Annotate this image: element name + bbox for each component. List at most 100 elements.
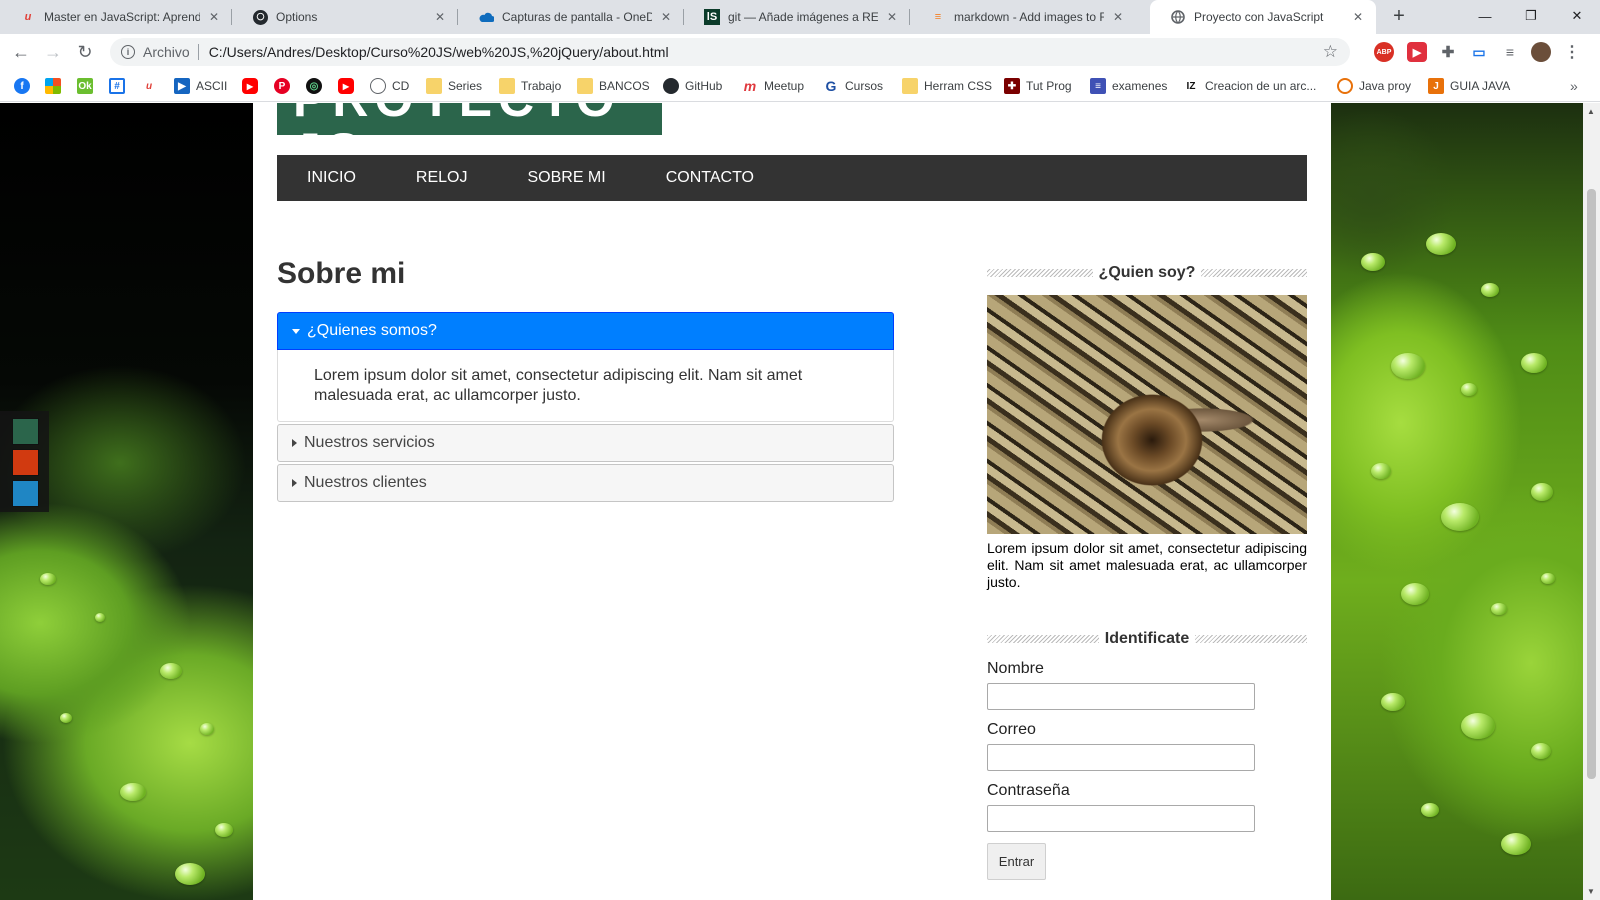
info-icon[interactable]: i [121, 45, 135, 59]
bookmark-item[interactable]: G Cursos [823, 77, 883, 95]
tab-markdown[interactable]: ≡ markdown - Add images to RE ✕ [910, 0, 1136, 34]
minimize-button[interactable]: — [1462, 0, 1508, 32]
bookmark-item[interactable]: P [274, 77, 296, 95]
tutprog-icon: ✚ [1004, 78, 1020, 94]
bookmark-item[interactable]: u [141, 77, 163, 95]
accordion-header-quienes-somos[interactable]: ¿Quienes somos? [277, 312, 894, 350]
site-logo[interactable]: PROYECTO JS [277, 103, 662, 135]
close-icon[interactable]: ✕ [206, 9, 222, 25]
scroll-up-icon[interactable]: ▲ [1587, 107, 1595, 116]
bookmark-folder[interactable]: BANCOS [577, 77, 650, 95]
bookmark-item[interactable]: ▶ ASCII [174, 77, 227, 95]
theme-blue-swatch[interactable] [12, 480, 39, 507]
bookmark-item[interactable]: f [14, 77, 36, 95]
more-bookmarks-icon[interactable]: » [1570, 77, 1578, 95]
password-field[interactable] [987, 805, 1255, 832]
menu-item-inicio[interactable]: INICIO [277, 155, 386, 201]
close-icon[interactable]: ✕ [1350, 9, 1366, 25]
scroll-thumb[interactable] [1587, 189, 1596, 779]
back-button[interactable]: ← [10, 41, 32, 63]
bookmark-label: Cursos [845, 79, 884, 93]
extensions-puzzle-icon[interactable]: ✚ [1438, 42, 1458, 62]
bookmark-folder[interactable]: Trabajo [499, 77, 561, 95]
reading-list-icon[interactable]: ≡ [1500, 42, 1520, 62]
bookmark-item[interactable]: J GUIA JAVA [1428, 77, 1510, 95]
forms-icon: ≡ [1090, 78, 1106, 94]
bookmark-label: Creacion de un arc... [1205, 79, 1317, 93]
extension-red-icon[interactable]: ▶ [1407, 42, 1427, 62]
submit-button[interactable]: Entrar [987, 843, 1046, 880]
tab-udemy[interactable]: u Master en JavaScript: Aprender ✕ [0, 0, 232, 34]
forward-button[interactable]: → [42, 41, 64, 63]
restore-button[interactable]: ❐ [1508, 0, 1554, 32]
bookmark-item[interactable]: m Meetup [742, 77, 804, 95]
accordion: ¿Quienes somos? Lorem ipsum dolor sit am… [277, 312, 894, 502]
bookmark-star-icon[interactable]: ☆ [1323, 42, 1338, 62]
close-icon[interactable]: ✕ [658, 9, 674, 25]
menu-item-sobre-mi[interactable]: SOBRE MI [497, 155, 635, 201]
bookmark-item[interactable]: ◎ [306, 77, 328, 95]
office-icon: Ok [77, 78, 93, 94]
accordion-header-label: Nuestros servicios [304, 434, 435, 451]
reload-button[interactable]: ↻ [74, 41, 96, 63]
email-field[interactable] [987, 744, 1255, 771]
address-url[interactable]: C:/Users/Andres/Desktop/Curso%20JS/web%2… [209, 44, 669, 60]
tab-strip: u Master en JavaScript: Aprender ✕ Optio… [0, 0, 1600, 34]
bookmark-item[interactable]: Ok [77, 77, 99, 95]
caret-down-icon [292, 328, 300, 334]
bookmark-item[interactable]: ▶ [242, 77, 264, 95]
bookmark-label: ASCII [196, 79, 228, 93]
adblock-icon[interactable]: ABP [1374, 42, 1394, 62]
bookmark-label: Herram CSS [924, 79, 993, 93]
udemy-icon: u [24, 11, 32, 23]
bookmark-item[interactable]: IZ Creacion de un arc... [1183, 77, 1317, 95]
bookmark-item[interactable]: CD [370, 77, 409, 95]
tab-options[interactable]: Options ✕ [232, 0, 458, 34]
avatar[interactable] [1531, 42, 1551, 62]
cast-icon[interactable]: ▭ [1469, 42, 1489, 62]
name-field[interactable] [987, 683, 1255, 710]
address-bar[interactable]: i Archivo C:/Users/Andres/Desktop/Curso%… [110, 38, 1350, 66]
bookmark-item[interactable] [45, 77, 67, 95]
folder-icon [577, 78, 593, 94]
bookmark-folder[interactable]: Series [426, 77, 482, 95]
udemy-icon: u [145, 80, 153, 92]
close-icon[interactable]: ✕ [1110, 9, 1126, 25]
tab-git[interactable]: lS git — Añade imágenes a README ✕ [684, 0, 910, 34]
page-scrollbar[interactable]: ▲ ▼ [1583, 103, 1600, 900]
tab-title: Capturas de pantalla - OneDrive [502, 10, 652, 24]
page-title: Sobre mi [277, 257, 406, 290]
new-tab-button[interactable]: + [1388, 6, 1410, 28]
browser-toolbar: ← → ↻ i Archivo C:/Users/Andres/Desktop/… [0, 34, 1600, 70]
youtube-icon: ▶ [242, 78, 258, 94]
close-window-button[interactable]: ✕ [1554, 0, 1600, 32]
name-label: Nombre [987, 660, 1044, 677]
bookmark-item[interactable]: ✚ Tut Prog [1004, 77, 1072, 95]
tab-onedrive[interactable]: Capturas de pantalla - OneDrive ✕ [458, 0, 684, 34]
grid-icon: # [109, 78, 125, 94]
bookmark-label: examenes [1112, 79, 1168, 93]
bookmark-item[interactable]: ≡ examenes [1090, 77, 1167, 95]
theme-red-swatch[interactable] [12, 449, 39, 476]
accordion-header-servicios[interactable]: Nuestros servicios [277, 424, 894, 462]
bookmark-folder[interactable]: Herram CSS [902, 77, 992, 95]
theme-green-swatch[interactable] [12, 418, 39, 445]
tab-title: markdown - Add images to RE [954, 10, 1104, 24]
login-heading: Identificate [987, 627, 1307, 651]
bookmark-item[interactable]: ▶ [338, 77, 360, 95]
stackoverflow-icon: ≡ [934, 11, 942, 23]
password-label: Contraseña [987, 782, 1070, 799]
browser-menu-icon[interactable]: ⋮ [1562, 42, 1582, 62]
close-icon[interactable]: ✕ [432, 9, 448, 25]
tab-proyecto[interactable]: Proyecto con JavaScript ✕ [1150, 0, 1376, 34]
accordion-header-clientes[interactable]: Nuestros clientes [277, 464, 894, 502]
menu-item-contacto[interactable]: CONTACTO [636, 155, 784, 201]
sidebar-heading-text: ¿Quien soy? [1098, 264, 1196, 281]
close-icon[interactable]: ✕ [884, 9, 900, 25]
bookmark-item[interactable]: # [109, 77, 131, 95]
bookmark-item[interactable]: Java proy [1337, 77, 1411, 95]
tab-title: Master en JavaScript: Aprender [44, 10, 200, 24]
bookmark-item[interactable]: GitHub [663, 77, 722, 95]
menu-item-reloj[interactable]: RELOJ [386, 155, 498, 201]
scroll-down-icon[interactable]: ▼ [1587, 887, 1595, 896]
